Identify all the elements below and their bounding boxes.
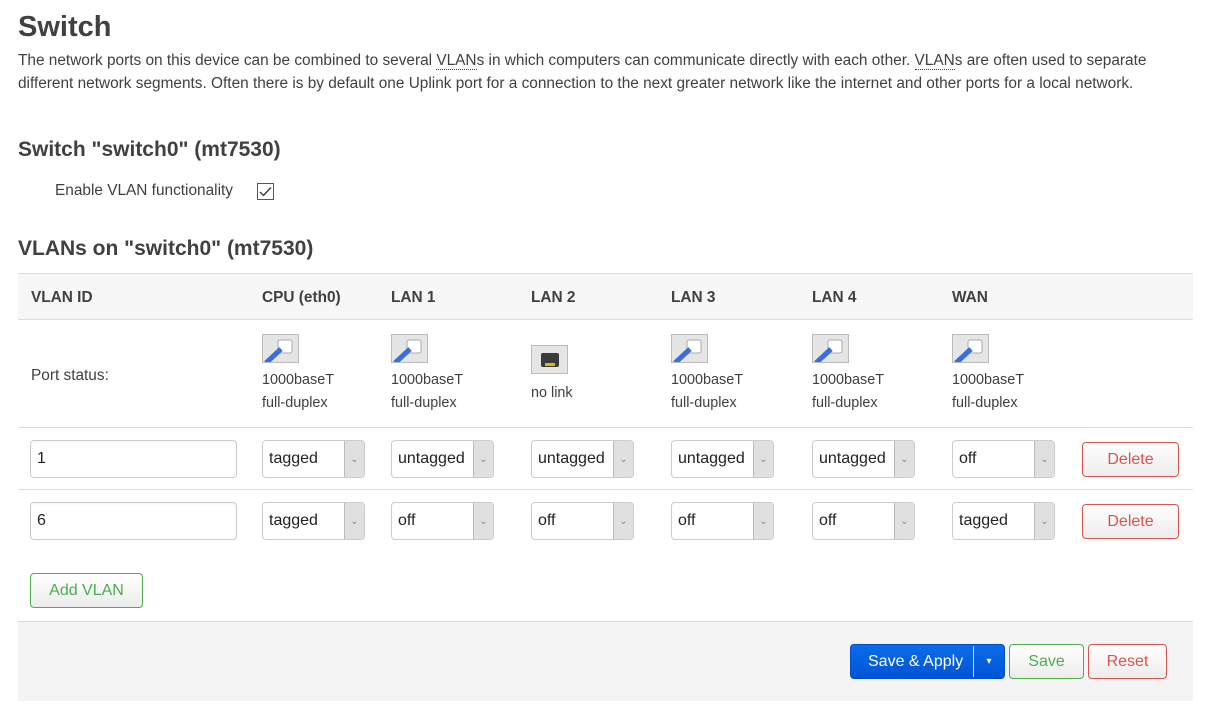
chevron-down-icon: ⌄	[894, 503, 914, 539]
delete-vlan-button[interactable]: Delete	[1082, 504, 1179, 539]
add-vlan-row: Add VLAN	[30, 573, 143, 608]
col-lan3: LAN 3	[671, 289, 716, 306]
col-wan: WAN	[952, 289, 988, 306]
reset-button[interactable]: Reset	[1088, 644, 1167, 679]
vlan-row: tagged⌄ off⌄ off⌄ off⌄ off⌄ tagged⌄ Dele…	[18, 490, 1193, 552]
port-up-icon	[671, 334, 708, 363]
vlan-id-input[interactable]	[30, 440, 237, 478]
add-vlan-button[interactable]: Add VLAN	[30, 573, 143, 608]
select-lan4[interactable]: off ⌄	[812, 502, 915, 540]
select-wan[interactable]: tagged ⌄	[952, 502, 1055, 540]
select-lan2[interactable]: untagged ⌄	[531, 440, 634, 478]
page: Switch The network ports on this device …	[0, 0, 1222, 701]
port-up-icon	[952, 334, 989, 363]
vlan-abbr: VLAN	[436, 52, 477, 70]
save-apply-button[interactable]: Save & Apply ▾	[850, 644, 1005, 679]
chevron-down-icon: ⌄	[613, 441, 633, 477]
port-status-lan2: no link	[531, 334, 573, 405]
port-status-lan1: 1000baseT full-duplex	[391, 334, 463, 415]
vlan-row: tagged⌄ untagged⌄ untagged⌄ untagged⌄ un…	[18, 428, 1193, 490]
select-lan1[interactable]: off ⌄	[391, 502, 494, 540]
chevron-down-icon: ⌄	[344, 503, 364, 539]
select-cpu[interactable]: tagged ⌄	[262, 440, 365, 478]
checkmark-icon	[259, 186, 272, 196]
save-apply-label[interactable]: Save & Apply	[851, 653, 973, 671]
vlan-id-input[interactable]	[30, 502, 237, 540]
col-cpu: CPU (eth0)	[262, 289, 341, 306]
enable-vlan-checkbox[interactable]	[256, 182, 274, 200]
chevron-down-icon: ⌄	[1034, 441, 1054, 477]
port-up-icon	[391, 334, 428, 363]
table-header: VLAN ID CPU (eth0) LAN 1 LAN 2 LAN 3 LAN…	[18, 273, 1193, 320]
select-lan3[interactable]: untagged ⌄	[671, 440, 774, 478]
col-vlan-id: VLAN ID	[31, 289, 93, 306]
page-title: Switch	[18, 11, 112, 43]
col-lan2: LAN 2	[531, 289, 576, 306]
chevron-down-icon: ⌄	[473, 503, 493, 539]
port-status-lan3: 1000baseT full-duplex	[671, 334, 743, 415]
port-down-icon	[531, 345, 568, 374]
select-lan2[interactable]: off ⌄	[531, 502, 634, 540]
port-status-wan: 1000baseT full-duplex	[952, 334, 1024, 415]
page-description: The network ports on this device can be …	[18, 52, 1147, 92]
chevron-down-icon: ⌄	[894, 441, 914, 477]
port-status-cpu: 1000baseT full-duplex	[262, 334, 334, 415]
col-lan4: LAN 4	[812, 289, 857, 306]
select-cpu[interactable]: tagged ⌄	[262, 502, 365, 540]
switch-heading: Switch "switch0" (mt7530)	[18, 138, 281, 161]
vlan-table: VLAN ID CPU (eth0) LAN 1 LAN 2 LAN 3 LAN…	[18, 273, 1193, 552]
chevron-down-icon: ⌄	[753, 503, 773, 539]
port-status-label: Port status:	[31, 367, 109, 384]
footer-actions: Save & Apply ▾ Save Reset	[18, 621, 1193, 701]
chevron-down-icon: ⌄	[344, 441, 364, 477]
port-up-icon	[812, 334, 849, 363]
vlans-heading: VLANs on "switch0" (mt7530)	[18, 237, 314, 260]
enable-vlan-row: Enable VLAN functionality	[55, 182, 274, 200]
select-wan[interactable]: off ⌄	[952, 440, 1055, 478]
select-lan3[interactable]: off ⌄	[671, 502, 774, 540]
save-button[interactable]: Save	[1009, 644, 1084, 679]
col-lan1: LAN 1	[391, 289, 436, 306]
enable-vlan-label: Enable VLAN functionality	[55, 182, 233, 199]
chevron-down-icon: ⌄	[753, 441, 773, 477]
dropdown-caret-icon[interactable]: ▾	[974, 656, 1004, 667]
port-status-row: Port status: 1000baseT full-duplex 1000b…	[18, 320, 1193, 428]
select-lan1[interactable]: untagged ⌄	[391, 440, 494, 478]
chevron-down-icon: ⌄	[1034, 503, 1054, 539]
delete-vlan-button[interactable]: Delete	[1082, 442, 1179, 477]
vlan-abbr: VLAN	[914, 52, 955, 70]
port-status-lan4: 1000baseT full-duplex	[812, 334, 884, 415]
chevron-down-icon: ⌄	[473, 441, 493, 477]
select-lan4[interactable]: untagged ⌄	[812, 440, 915, 478]
chevron-down-icon: ⌄	[613, 503, 633, 539]
port-up-icon	[262, 334, 299, 363]
